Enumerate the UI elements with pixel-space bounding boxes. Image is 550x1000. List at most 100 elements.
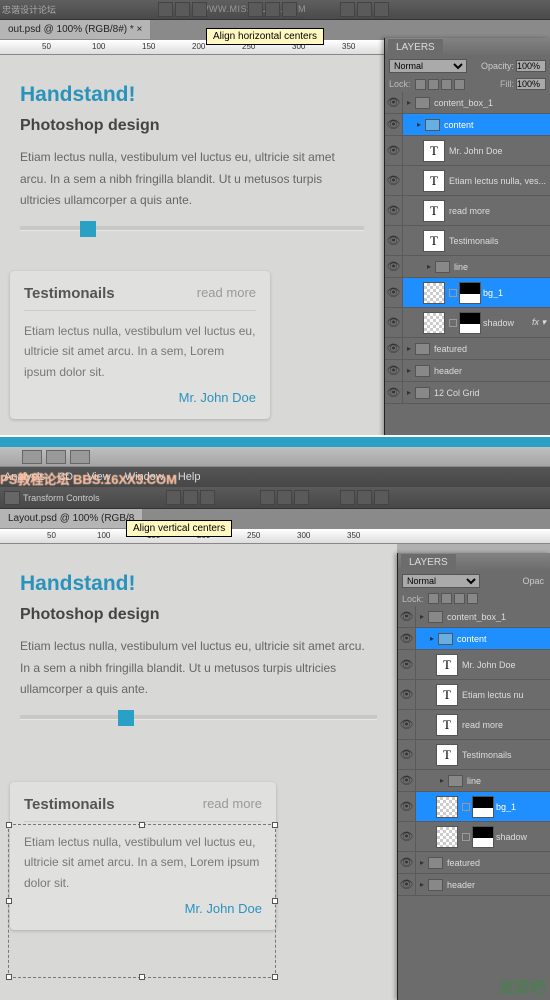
slider-handle[interactable] [80, 221, 96, 237]
align-right-icon[interactable] [192, 2, 207, 17]
visibility-toggle-icon[interactable]: 👁 [398, 606, 416, 627]
distribute-icon[interactable] [357, 490, 372, 505]
expand-chevron-icon[interactable]: ▸ [403, 344, 415, 353]
align-top-icon[interactable] [248, 2, 263, 17]
expand-chevron-icon[interactable]: ▸ [403, 366, 415, 375]
layer-row[interactable]: 👁Tread more [398, 710, 550, 740]
visibility-toggle-icon[interactable]: 👁 [385, 136, 403, 165]
layers-tab[interactable]: LAYERS [401, 553, 456, 571]
visibility-toggle-icon[interactable]: 👁 [385, 256, 403, 277]
layer-row[interactable]: 👁Tread more [385, 196, 550, 226]
layer-row[interactable]: 👁TEtiam lectus nu [398, 680, 550, 710]
menu-help[interactable]: Help [178, 471, 201, 483]
lock-all-icon[interactable] [454, 79, 465, 90]
expand-chevron-icon[interactable]: ▸ [436, 776, 448, 785]
lock-all-icon[interactable] [467, 593, 478, 604]
transform-handle-nw[interactable] [6, 822, 12, 828]
layer-row[interactable]: 👁TMr. John Doe [398, 650, 550, 680]
blend-mode-select[interactable]: Normal [402, 574, 480, 588]
lock-position-icon[interactable] [441, 79, 452, 90]
distribute-icon[interactable] [357, 2, 372, 17]
layer-row[interactable]: 👁TTestimonails [385, 226, 550, 256]
layer-row[interactable]: 👁TTestimonails [398, 740, 550, 770]
expand-chevron-icon[interactable]: ▸ [403, 388, 415, 397]
layer-row[interactable]: 👁▸content [385, 114, 550, 136]
visibility-toggle-icon[interactable]: 👁 [398, 822, 416, 851]
fill-input[interactable] [516, 78, 546, 90]
document-tab[interactable]: Layout.psd @ 100% (RGB/8 [0, 509, 142, 528]
align-icon[interactable] [294, 490, 309, 505]
expand-chevron-icon[interactable]: ▸ [423, 262, 435, 271]
visibility-toggle-icon[interactable]: 👁 [398, 710, 416, 739]
visibility-toggle-icon[interactable]: 👁 [385, 360, 403, 381]
visibility-toggle-icon[interactable]: 👁 [385, 308, 403, 337]
transform-handle-s[interactable] [139, 974, 145, 980]
lock-transparent-icon[interactable] [415, 79, 426, 90]
layer-row[interactable]: 👁▸12 Col Grid [385, 382, 550, 404]
transform-handle-w[interactable] [6, 898, 12, 904]
toolbar-icon[interactable] [22, 450, 42, 464]
distribute-icon[interactable] [340, 490, 355, 505]
toolbar-icon[interactable] [70, 450, 90, 464]
visibility-toggle-icon[interactable]: 👁 [398, 680, 416, 709]
expand-chevron-icon[interactable]: ▸ [403, 98, 415, 107]
align-hcenter-icon[interactable] [175, 2, 190, 17]
transform-handle-e[interactable] [272, 898, 278, 904]
align-bottom-icon[interactable] [282, 2, 297, 17]
layer-row[interactable]: 👁bg_1 [398, 792, 550, 822]
align-icon[interactable] [166, 490, 181, 505]
canvas[interactable]: Handstand! Photoshop design Etiam lectus… [0, 544, 397, 1000]
layer-row[interactable]: 👁▸line [385, 256, 550, 278]
lock-image-icon[interactable] [441, 593, 452, 604]
blend-mode-select[interactable]: Normal [389, 59, 467, 73]
align-vcenter-icon[interactable] [265, 2, 280, 17]
visibility-toggle-icon[interactable]: 👁 [398, 792, 416, 821]
visibility-toggle-icon[interactable]: 👁 [385, 166, 403, 195]
transform-bounding-box[interactable] [8, 824, 276, 978]
expand-chevron-icon[interactable]: ▸ [416, 858, 428, 867]
lock-image-icon[interactable] [428, 79, 439, 90]
visibility-toggle-icon[interactable]: 👁 [385, 338, 403, 359]
visibility-toggle-icon[interactable]: 👁 [385, 196, 403, 225]
visibility-toggle-icon[interactable]: 👁 [385, 92, 403, 113]
align-icon[interactable] [183, 490, 198, 505]
mask-link-icon[interactable] [462, 803, 470, 811]
layer-row[interactable]: 👁▸line [398, 770, 550, 792]
lock-transparent-icon[interactable] [428, 593, 439, 604]
visibility-toggle-icon[interactable]: 👁 [398, 770, 416, 791]
transform-handle-ne[interactable] [272, 822, 278, 828]
expand-chevron-icon[interactable]: ▸ [413, 120, 425, 129]
layer-row[interactable]: 👁TEtiam lectus nulla, ves... [385, 166, 550, 196]
tool-preset-icon[interactable] [4, 491, 20, 505]
canvas[interactable]: Handstand! Photoshop design Etiam lectus… [0, 55, 384, 448]
mask-link-icon[interactable] [449, 289, 457, 297]
expand-chevron-icon[interactable]: ▸ [426, 634, 438, 643]
visibility-toggle-icon[interactable]: 👁 [398, 874, 416, 895]
layer-row[interactable]: 👁shadowfx ▾ [385, 308, 550, 338]
visibility-toggle-icon[interactable]: 👁 [398, 852, 416, 873]
visibility-toggle-icon[interactable]: 👁 [385, 278, 403, 307]
layer-row[interactable]: 👁▸featured [385, 338, 550, 360]
read-more-link[interactable]: read more [203, 796, 262, 813]
lock-position-icon[interactable] [454, 593, 465, 604]
opacity-input[interactable] [516, 60, 546, 72]
visibility-toggle-icon[interactable]: 👁 [385, 382, 403, 403]
distribute-icon[interactable] [340, 2, 355, 17]
align-icon[interactable] [260, 490, 275, 505]
visibility-toggle-icon[interactable]: 👁 [398, 740, 416, 769]
distribute-icon[interactable] [374, 490, 389, 505]
toolbar-icon[interactable] [46, 450, 66, 464]
layer-row[interactable]: 👁▸content_box_1 [385, 92, 550, 114]
expand-chevron-icon[interactable]: ▸ [416, 612, 428, 621]
visibility-toggle-icon[interactable]: 👁 [398, 650, 416, 679]
slider-handle[interactable] [118, 710, 134, 726]
layers-tab[interactable]: LAYERS [388, 38, 443, 56]
distribute-icon[interactable] [374, 2, 389, 17]
transform-handle-se[interactable] [272, 974, 278, 980]
transform-handle-sw[interactable] [6, 974, 12, 980]
fx-badge[interactable]: fx ▾ [532, 317, 546, 328]
layer-row[interactable]: 👁▸header [398, 874, 550, 896]
visibility-toggle-icon[interactable]: 👁 [385, 114, 403, 135]
layer-row[interactable]: 👁▸content_box_1 [398, 606, 550, 628]
layer-row[interactable]: 👁▸content [398, 628, 550, 650]
